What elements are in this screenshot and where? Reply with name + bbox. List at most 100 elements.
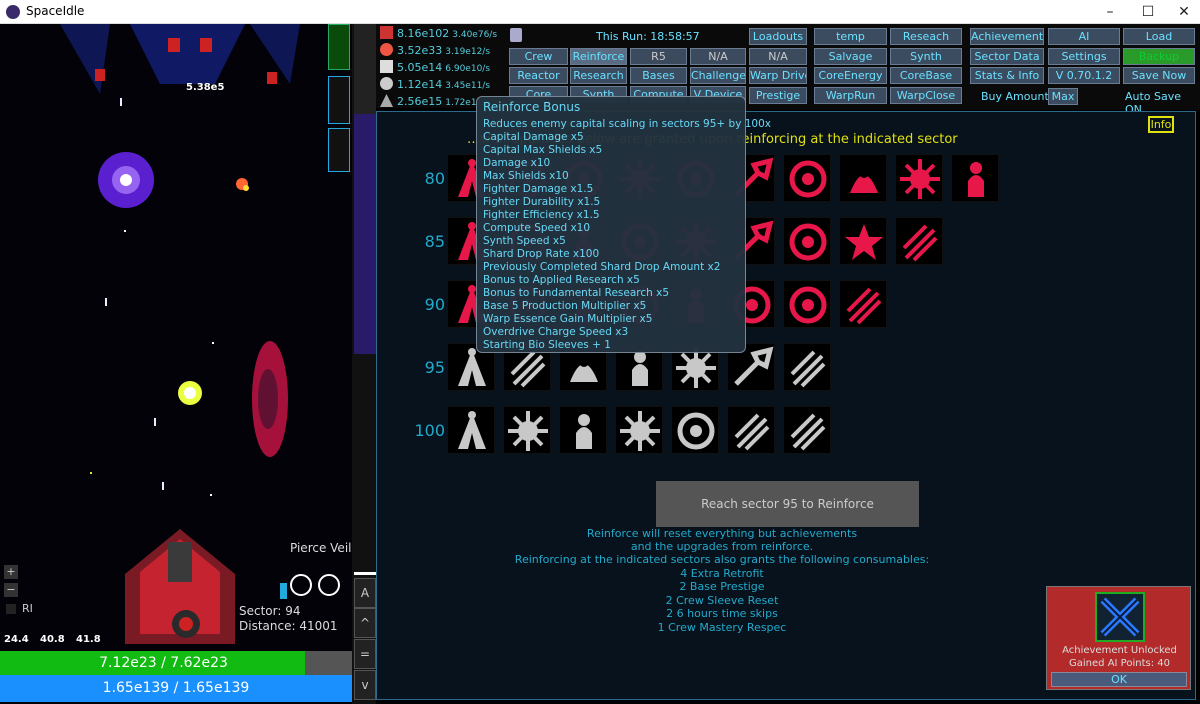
- settings-button[interactable]: Settings: [1048, 48, 1120, 65]
- warprun-button[interactable]: WarpRun: [814, 87, 887, 104]
- ri-checkbox[interactable]: [6, 604, 16, 614]
- title-bar: SpaceIdle – ☐ ✕: [0, 0, 1200, 24]
- info-line: 4 Extra Retrofit: [680, 567, 764, 580]
- sectordata-button[interactable]: Sector Data: [970, 48, 1044, 65]
- strip-a-button[interactable]: A: [354, 578, 376, 608]
- bases-button[interactable]: Bases: [630, 67, 687, 84]
- tooltip-line: Fighter Durability x1.5: [483, 196, 601, 208]
- battlefield: [60, 24, 300, 644]
- warpclose-button[interactable]: WarpClose: [890, 87, 962, 104]
- upgrade-icon[interactable]: [615, 406, 663, 454]
- achievements-button[interactable]: Achievements: [970, 28, 1044, 45]
- buy-amount-max[interactable]: Max: [1048, 88, 1078, 105]
- info-button[interactable]: Info: [1148, 116, 1174, 133]
- minimap[interactable]: [328, 24, 350, 70]
- lock-icon[interactable]: [510, 28, 522, 42]
- warpdrive-button[interactable]: Warp Drive: [749, 67, 807, 84]
- row-label-90: 90: [424, 295, 445, 314]
- reseach-button[interactable]: Reseach: [890, 28, 962, 45]
- upgrade-icon[interactable]: [727, 406, 775, 454]
- upgrade-icon[interactable]: [839, 217, 887, 265]
- savenow-button[interactable]: Save Now: [1123, 67, 1195, 84]
- achievement-title: Achievement Unlocked: [1062, 645, 1177, 656]
- buy-amount-label: Buy Amount:: [981, 90, 1053, 103]
- challenges-button[interactable]: Challenges: [690, 67, 746, 84]
- row-label-80: 80: [424, 169, 445, 188]
- na-button-1[interactable]: N/A: [690, 48, 746, 65]
- r5-button[interactable]: R5: [630, 48, 687, 65]
- row-label-100: 100: [414, 421, 445, 440]
- temp-button[interactable]: temp: [814, 28, 887, 45]
- coreenergy-button[interactable]: CoreEnergy: [814, 67, 887, 84]
- achievement-ok-button[interactable]: OK: [1051, 672, 1187, 687]
- upgrade-icon[interactable]: [783, 343, 831, 391]
- corebase-button[interactable]: CoreBase: [890, 67, 962, 84]
- info-line: 1 Crew Mastery Respec: [657, 621, 787, 634]
- upgrade-icon[interactable]: [783, 406, 831, 454]
- upgrade-icon[interactable]: [895, 154, 943, 202]
- resource-row: 8.16e102 3.40e76/s: [380, 26, 497, 44]
- upgrade-icon[interactable]: [447, 406, 495, 454]
- laser-bolt: [154, 418, 156, 426]
- upgrade-icon[interactable]: [783, 217, 831, 265]
- na-button-2[interactable]: N/A: [749, 48, 807, 65]
- skill-icon-1[interactable]: [328, 76, 350, 124]
- upgrade-icon[interactable]: [503, 406, 551, 454]
- tooltip-line: Capital Max Shields x5: [483, 144, 603, 156]
- sector-label: Sector: 94: [239, 604, 301, 618]
- tooltip-line: Reduces enemy capital scaling in sectors…: [483, 118, 772, 130]
- skill-icon-2[interactable]: [328, 128, 350, 172]
- strip-up-button[interactable]: ^: [354, 608, 376, 638]
- upgrade-icon[interactable]: [559, 406, 607, 454]
- upgrade-icon[interactable]: [783, 280, 831, 328]
- tooltip-line: Warp Essence Gain Multiplier x5: [483, 313, 653, 325]
- ability-icon-2[interactable]: [318, 574, 340, 596]
- hull-bar: 7.12e23 / 7.62e23: [0, 651, 352, 675]
- tooltip-line: Starting Bio Sleeves + 1: [483, 339, 611, 351]
- reactor-button[interactable]: Reactor: [509, 67, 568, 84]
- ability-icon-1[interactable]: [290, 574, 312, 596]
- upgrade-icon[interactable]: [671, 406, 719, 454]
- resource-row: 5.05e14 6.90e10/s: [380, 60, 490, 78]
- close-button[interactable]: ✕: [1166, 0, 1200, 24]
- enemy-ship: [200, 38, 212, 52]
- zoom-in-button[interactable]: +: [4, 565, 18, 579]
- prestige-button[interactable]: Prestige: [749, 87, 807, 104]
- load-button[interactable]: Load: [1123, 28, 1195, 45]
- strip-down-button[interactable]: v: [354, 670, 376, 700]
- research-button[interactable]: Research: [570, 67, 627, 84]
- info-line: 2 Base Prestige: [679, 580, 765, 593]
- tooltip-line: Fighter Efficiency x1.5: [483, 209, 600, 221]
- strip-eq-button[interactable]: =: [354, 639, 376, 669]
- synth-button-2[interactable]: Synth: [890, 48, 962, 65]
- maximize-button[interactable]: ☐: [1130, 0, 1166, 24]
- zoom-out-button[interactable]: −: [4, 583, 18, 597]
- upgrade-icon[interactable]: [895, 217, 943, 265]
- ai-button[interactable]: AI: [1048, 28, 1120, 45]
- crew-button[interactable]: Crew: [509, 48, 568, 65]
- tooltip-line: Synth Speed x5: [483, 235, 566, 247]
- achievement-popup: Achievement Unlocked Gained AI Points: 4…: [1046, 586, 1191, 690]
- salvage-button[interactable]: Salvage: [814, 48, 887, 65]
- reinforce-button[interactable]: Reinforce: [570, 48, 627, 65]
- tooltip-line: Base 5 Production Multiplier x5: [483, 300, 647, 312]
- upgrade-icon[interactable]: [951, 154, 999, 202]
- game-viewport[interactable]: 5.38e5 Pierce Veil Sector: 94 Distance: …: [0, 24, 352, 704]
- enemy-ship: [95, 69, 105, 81]
- dice-icon: [380, 60, 393, 73]
- version-button[interactable]: V 0.70.1.2: [1048, 67, 1120, 84]
- loadouts-button[interactable]: Loadouts: [749, 28, 807, 45]
- info-line: Reinforce will reset everything but achi…: [586, 527, 858, 540]
- backup-button[interactable]: Backup: [1123, 48, 1195, 65]
- statsinfo-button[interactable]: Stats & Info: [970, 67, 1044, 84]
- resource-row: 3.52e33 3.19e12/s: [380, 43, 490, 61]
- reinforce-button-disabled[interactable]: Reach sector 95 to Reinforce: [656, 481, 919, 527]
- upgrade-icon[interactable]: [839, 280, 887, 328]
- laser-bolt: [120, 98, 122, 106]
- minimize-button[interactable]: –: [1092, 0, 1128, 24]
- ri-label: RI: [22, 602, 33, 615]
- debris: [210, 494, 212, 496]
- run-timer: This Run: 18:58:57: [596, 30, 700, 43]
- upgrade-icon[interactable]: [783, 154, 831, 202]
- upgrade-icon[interactable]: [839, 154, 887, 202]
